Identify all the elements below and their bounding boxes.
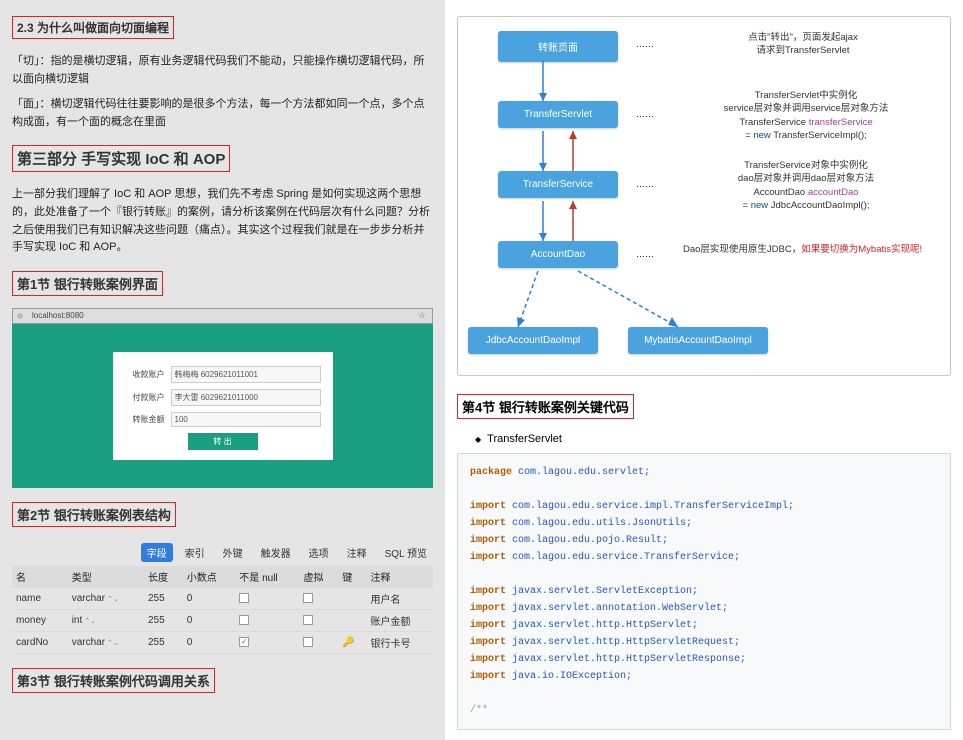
th-name: 名 — [12, 566, 68, 588]
key-icon: 🔑 — [342, 637, 354, 648]
table-row: moneyint⌃⌄2550 账户金额 — [12, 609, 433, 631]
demo-app-screenshot: 收款账户 韩梅梅 6029621011001 付款账户 李大雷 60296210… — [12, 324, 433, 488]
dots-2: …… — [636, 109, 654, 119]
browser-url: localhost:8080 — [32, 311, 84, 320]
label-payee: 收款账户 — [125, 369, 165, 380]
label-amount: 转账金额 — [125, 414, 165, 425]
heading-sec1-text: 第1节 银行转账案例界面 — [17, 277, 158, 292]
cell-type: int⌃⌄ — [68, 609, 144, 631]
para-qie: 「切」：指的是横切逻辑，原有业务逻辑代码我们不能动，只能操作横切逻辑代码，所以面… — [12, 53, 433, 88]
cell-len: 255 — [144, 587, 183, 609]
heading-sec1: 第1节 银行转账案例界面 — [12, 271, 163, 296]
heading-sec2: 第2节 银行转账案例表结构 — [12, 502, 176, 527]
heading-sec3: 第3节 银行转账案例代码调用关系 — [12, 668, 215, 693]
cell-virt — [299, 609, 338, 631]
node-transfer-page: 转账页面 — [498, 31, 618, 62]
cell-type: varchar⌃⌄ — [68, 631, 144, 653]
desc-1: 点击"转出"，页面发起ajax请求到TransferServlet — [688, 31, 918, 58]
tab-fields[interactable]: 字段 — [141, 543, 173, 562]
th-key: 键 — [338, 566, 366, 588]
heading-sec2-text: 第2节 银行转账案例表结构 — [17, 508, 171, 523]
node-transfer-service: TransferService — [498, 171, 618, 198]
cell-dec: 0 — [183, 609, 236, 631]
transfer-form: 收款账户 韩梅梅 6029621011001 付款账户 李大雷 60296210… — [113, 352, 333, 460]
cell-virt — [299, 631, 338, 653]
cell-virt — [299, 587, 338, 609]
heading-2-3-text: 2.3 为什么叫做面向切面编程 — [17, 21, 169, 35]
input-amount: 100 — [171, 412, 321, 427]
th-virt: 虚拟 — [299, 566, 338, 588]
tab-index[interactable]: 索引 — [179, 543, 211, 562]
table-row: namevarchar⌃⌄2550 用户名 — [12, 587, 433, 609]
cell-note: 用户名 — [367, 587, 434, 609]
th-len: 长度 — [144, 566, 183, 588]
cell-key — [338, 587, 366, 609]
heading-sec4: 第4节 银行转账案例关键代码 — [457, 394, 634, 419]
dots-4: …… — [636, 249, 654, 259]
cell-len: 255 — [144, 609, 183, 631]
cell-name: money — [12, 609, 68, 631]
cell-name: cardNo — [12, 631, 68, 653]
cell-name: name — [12, 587, 68, 609]
tab-comment[interactable]: 注释 — [341, 543, 373, 562]
th-note: 注释 — [367, 566, 434, 588]
desc-2: TransferServlet中实例化 service层对象并调用service… — [671, 89, 941, 142]
right-column: 转账页面 TransferServlet TransferService Acc… — [445, 0, 963, 740]
cell-dec: 0 — [183, 631, 236, 653]
cell-note: 账户金额 — [367, 609, 434, 631]
table-row: cardNovarchar⌃⌄2550 🔑 银行卡号 — [12, 631, 433, 653]
heading-sec4-text: 第4节 银行转账案例关键代码 — [462, 400, 629, 415]
dots-1: …… — [636, 39, 654, 49]
desc-4: Dao层实现使用原生JDBC，如果要切换为Mybatis实现呢! — [683, 243, 938, 256]
heading-part3: 第三部分 手写实现 IoC 和 AOP — [12, 145, 230, 172]
para-part3-intro: 上一部分我们理解了 IoC 和 AOP 思想，我们先不考虑 Spring 是如何… — [12, 186, 433, 256]
heading-2-3: 2.3 为什么叫做面向切面编程 — [12, 16, 174, 39]
tab-fk[interactable]: 外键 — [217, 543, 249, 562]
input-payer: 李大雷 6029621011000 — [171, 389, 321, 406]
bullet-transferservlet: TransferServlet — [475, 433, 951, 445]
th-notnull: 不是 null — [235, 566, 299, 588]
cell-len: 255 — [144, 631, 183, 653]
cell-key: 🔑 — [338, 631, 366, 653]
bookmark-star-icon: ☆ — [418, 310, 426, 321]
cell-type: varchar⌃⌄ — [68, 587, 144, 609]
left-column: 2.3 为什么叫做面向切面编程 「切」：指的是横切逻辑，原有业务逻辑代码我们不能… — [0, 0, 445, 740]
submit-button: 转 出 — [188, 433, 258, 450]
th-type: 类型 — [68, 566, 144, 588]
node-mybatis-impl: MybatisAccountDaoImpl — [628, 327, 768, 354]
cell-notnull — [235, 587, 299, 609]
cell-notnull — [235, 609, 299, 631]
cell-dec: 0 — [183, 587, 236, 609]
para-mian: 「面」：横切逻辑代码往往要影响的是很多个方法，每一个方法都如同一个点，多个点构成… — [12, 96, 433, 131]
schema-table: 名 类型 长度 小数点 不是 null 虚拟 键 注释 namevarchar⌃… — [12, 566, 433, 654]
dots-3: …… — [636, 179, 654, 189]
browser-address-bar: localhost:8080 ☆ — [12, 308, 433, 324]
node-jdbc-impl: JdbcAccountDaoImpl — [468, 327, 598, 354]
node-account-dao: AccountDao — [498, 241, 618, 268]
cell-notnull — [235, 631, 299, 653]
heading-sec3-text: 第3节 银行转账案例代码调用关系 — [17, 674, 210, 689]
label-payer: 付款账户 — [125, 392, 165, 403]
node-transfer-servlet: TransferServlet — [498, 101, 618, 128]
call-relation-diagram: 转账页面 TransferServlet TransferService Acc… — [457, 16, 951, 376]
input-payee: 韩梅梅 6029621011001 — [171, 366, 321, 383]
schema-tabs: 字段 索引 外键 触发器 选项 注释 SQL 预览 — [12, 543, 433, 562]
heading-part3-text: 第三部分 手写实现 IoC 和 AOP — [17, 151, 225, 168]
tab-trigger[interactable]: 触发器 — [255, 543, 297, 562]
tab-options[interactable]: 选项 — [303, 543, 335, 562]
th-dec: 小数点 — [183, 566, 236, 588]
cell-key — [338, 609, 366, 631]
tab-sqlpreview[interactable]: SQL 预览 — [379, 543, 433, 562]
code-block: package com.lagou.edu.servlet; import co… — [457, 453, 951, 730]
cell-note: 银行卡号 — [367, 631, 434, 653]
desc-3: TransferService对象中实例化 dao层对象并调用dao层对象方法 … — [671, 159, 941, 212]
